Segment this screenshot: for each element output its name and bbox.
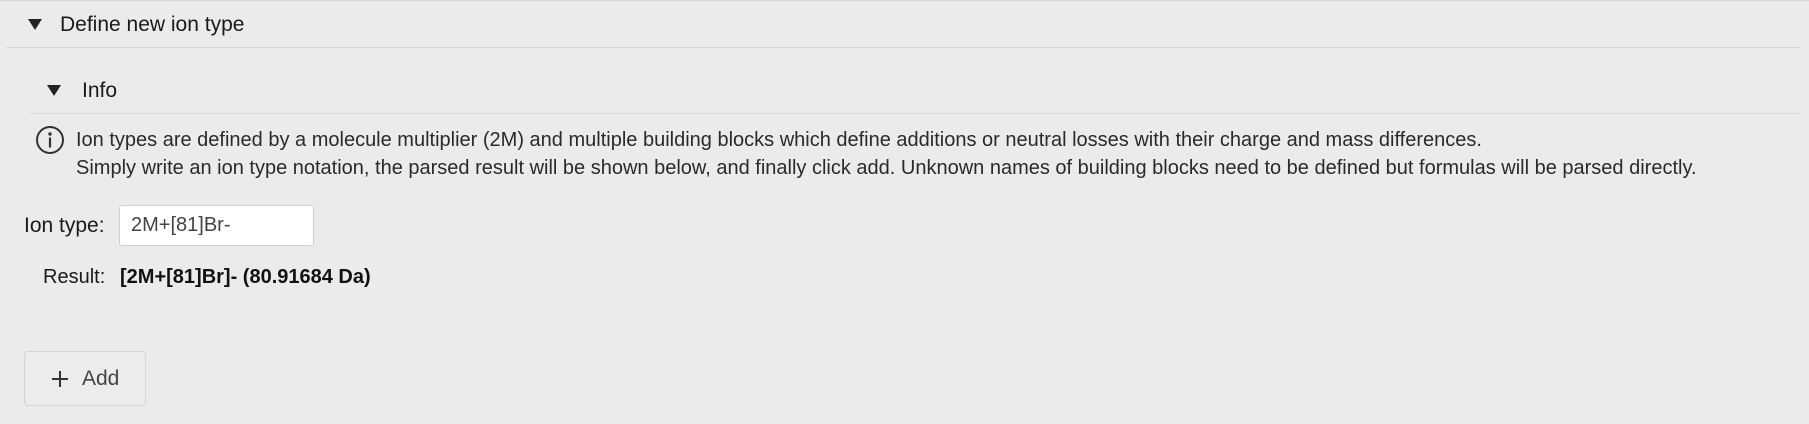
info-header[interactable]: Info [30, 68, 1800, 114]
top-divider [0, 0, 1809, 1]
ion-type-input[interactable] [119, 205, 314, 246]
ion-type-label: Ion type: [24, 214, 105, 237]
result-label: Result: [43, 266, 106, 288]
result-value: [2M+[81]Br]- (80.91684 Da) [120, 266, 371, 288]
plus-icon [52, 370, 68, 387]
ion-type-panel: Define new ion type Info Ion types are d… [0, 0, 1809, 424]
info-icon [36, 126, 64, 154]
add-button-label: Add [82, 366, 120, 390]
info-line-2: Simply write an ion type notation, the p… [76, 157, 1697, 179]
expand-arrow-icon[interactable] [47, 85, 61, 96]
add-button[interactable]: Add [24, 351, 146, 406]
expand-arrow-icon[interactable] [28, 19, 42, 30]
section-title: Define new ion type [60, 12, 245, 36]
define-ion-type-header[interactable]: Define new ion type [6, 2, 1801, 48]
info-description: Ion types are defined by a molecule mult… [76, 126, 1697, 182]
info-title: Info [82, 78, 118, 102]
info-line-1: Ion types are defined by a molecule mult… [76, 129, 1482, 151]
